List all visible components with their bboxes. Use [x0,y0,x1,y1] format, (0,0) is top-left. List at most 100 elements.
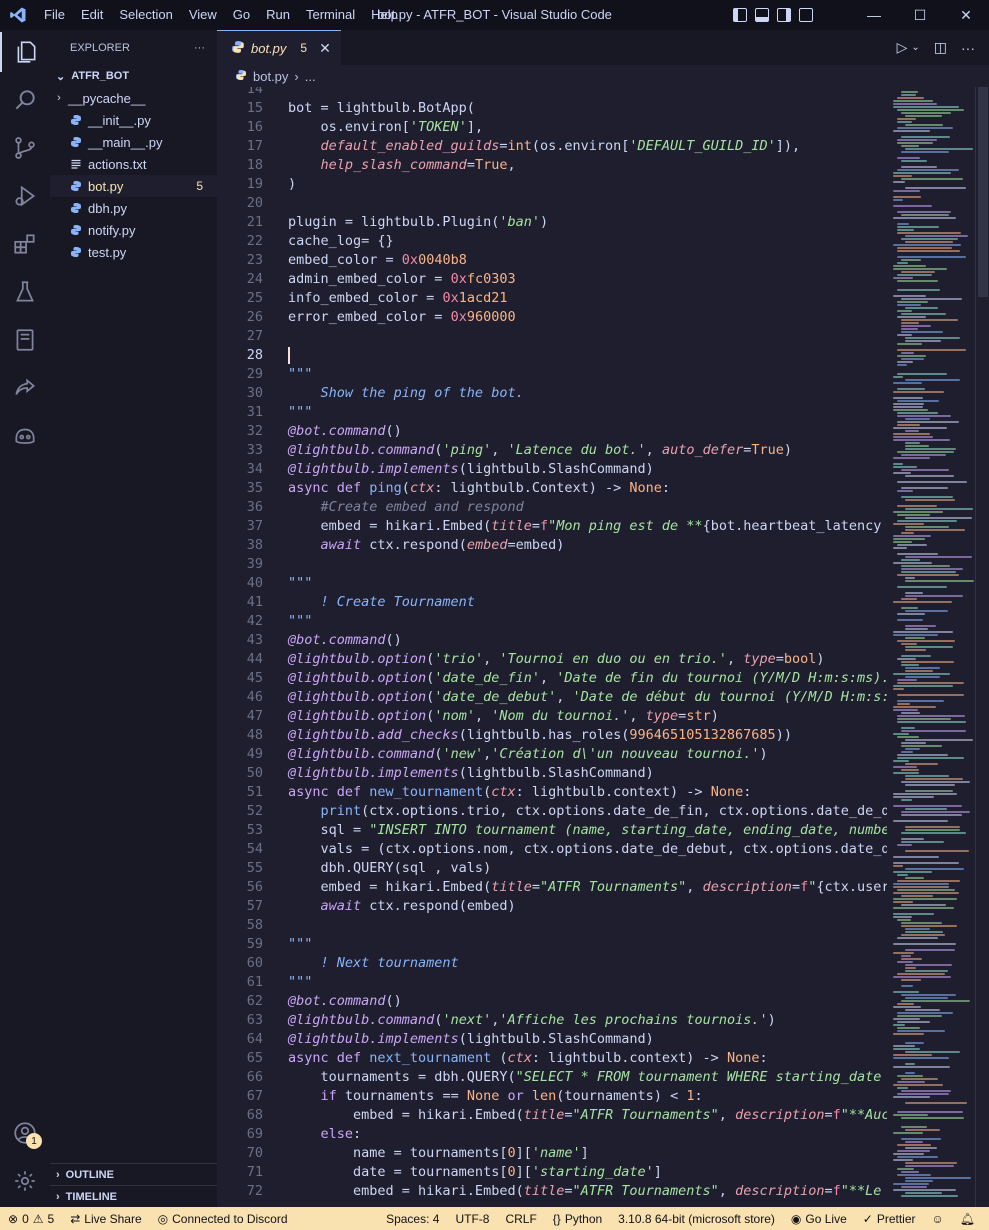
code-editor[interactable]: 14 15 bot = lightbulb.BotApp(16 os.environ… [217,87,887,1207]
live-share-status[interactable]: ⇄ Live Share [62,1212,149,1226]
settings-gear-icon[interactable] [0,1161,50,1201]
code-line[interactable]: 70 name = tournaments[0]['name'] [217,1144,887,1163]
code-line[interactable]: 50 @lightbulb.implements(lightbulb.SlashC… [217,764,887,783]
code-line[interactable]: 25 info_embed_color = 0x1acd21 [217,289,887,308]
maximize-button[interactable]: ☐ [897,0,943,30]
extensions-icon[interactable] [0,224,50,264]
run-python-file-icon[interactable]: ▷ [897,39,908,56]
code-line[interactable]: 28 [217,346,887,365]
code-line[interactable]: 35 async def ping(ctx: lightbulb.Context)… [217,479,887,498]
live-share-icon[interactable] [0,368,50,408]
code-line[interactable]: 17 default_enabled_guilds=int(os.environ… [217,137,887,156]
toggle-panel-icon[interactable] [755,8,769,22]
menu-item-edit[interactable]: Edit [73,0,111,30]
problems-status[interactable]: ⊗ 0 ⚠ 5 [0,1212,62,1226]
language-status[interactable]: {} Python [545,1212,610,1226]
code-line[interactable]: 59 """ [217,935,887,954]
code-line[interactable]: 19) [217,175,887,194]
code-line[interactable]: 39 [217,555,887,574]
tree-item[interactable]: bot.py 5 [50,175,217,197]
breadcrumb-file[interactable]: bot.py [253,69,288,84]
minimize-button[interactable]: — [851,0,897,30]
code-line[interactable]: 43 @bot.command() [217,631,887,650]
code-line[interactable]: 64 @lightbulb.implements(lightbulb.SlashC… [217,1030,887,1049]
code-line[interactable]: 62 @bot.command() [217,992,887,1011]
code-line[interactable]: 49 @lightbulb.command('new','Création d\'… [217,745,887,764]
more-editor-actions-icon[interactable]: ··· [961,40,975,56]
tab-bot-py[interactable]: bot.py 5 ✕ [217,30,341,65]
code-line[interactable]: 44 @lightbulb.option('trio', 'Tournoi en … [217,650,887,669]
tree-item[interactable]: actions.txt [50,153,217,175]
toggle-primary-sidebar-icon[interactable] [733,8,747,22]
code-line[interactable]: 38 await ctx.respond(embed=embed) [217,536,887,555]
code-line[interactable]: 18 help_slash_command=True, [217,156,887,175]
code-line[interactable]: 31 """ [217,403,887,422]
split-editor-icon[interactable]: ◫ [934,39,947,56]
outline-section[interactable]: › OUTLINE [50,1163,217,1185]
code-line[interactable]: 22 cache_log= {} [217,232,887,251]
menu-item-file[interactable]: File [36,0,73,30]
code-line[interactable]: 55 dbh.QUERY(sql , vals) [217,859,887,878]
code-line[interactable]: 37 embed = hikari.Embed(title=f"Mon ping… [217,517,887,536]
code-line[interactable]: 56 embed = hikari.Embed(title="ATFR Tour… [217,878,887,897]
explorer-icon[interactable] [0,32,50,72]
code-line[interactable]: 53 sql = "INSERT INTO tournament (name, … [217,821,887,840]
menu-item-run[interactable]: Run [258,0,298,30]
code-line[interactable]: 69 else: [217,1125,887,1144]
vertical-scrollbar[interactable] [975,87,989,1207]
code-line[interactable]: 36 #Create embed and respond [217,498,887,517]
code-line[interactable]: 71 date = tournaments[0]['starting_date'… [217,1163,887,1182]
breadcrumb-symbol[interactable]: ... [305,69,316,84]
tree-item[interactable]: › __pycache__ [50,87,217,109]
code-line[interactable]: 20 [217,194,887,213]
code-line[interactable]: 48 @lightbulb.add_checks(lightbulb.has_ro… [217,726,887,745]
code-line[interactable]: 68 embed = hikari.Embed(title = "ATFR Tour… [217,1106,887,1125]
notifications-bell-icon[interactable]: 🔔︎ [952,1212,983,1226]
code-line[interactable]: 46 @lightbulb.option('date_de_debut', 'Da… [217,688,887,707]
timeline-section[interactable]: › TIMELINE [50,1185,217,1207]
tree-item[interactable]: notify.py [50,219,217,241]
code-line[interactable]: 23 embed_color = 0x0040b8 [217,251,887,270]
indentation-status[interactable]: Spaces: 4 [378,1212,447,1226]
tree-item[interactable]: test.py [50,241,217,263]
scrollbar-thumb[interactable] [978,87,988,297]
code-line[interactable]: 65 async def next_tournament (ctx: lightb… [217,1049,887,1068]
code-line[interactable]: 72 embed = hikari.Embed(title = "ATFR Tour… [217,1182,887,1201]
workspace-folder[interactable]: ⌄ ATFR_BOT [50,65,217,87]
code-line[interactable]: 16 os.environ['TOKEN'], [217,118,887,137]
code-line[interactable]: 41 ! Create Tournament [217,593,887,612]
code-line[interactable]: 67 if tournaments == None or len(tournam… [217,1087,887,1106]
close-tab-icon[interactable]: ✕ [319,40,331,57]
remote-explorer-icon[interactable] [0,320,50,360]
code-line[interactable]: 24 admin_embed_color = 0xfc0303 [217,270,887,289]
accounts-icon[interactable]: 1 [0,1113,50,1153]
code-line[interactable]: 40 """ [217,574,887,593]
menu-item-selection[interactable]: Selection [111,0,180,30]
eol-status[interactable]: CRLF [497,1212,544,1226]
tree-item[interactable]: __init__.py [50,109,217,131]
interpreter-status[interactable]: 3.10.8 64-bit (microsoft store) [610,1212,783,1226]
code-line[interactable]: 34 @lightbulb.implements(lightbulb.SlashC… [217,460,887,479]
code-line[interactable]: 15 bot = lightbulb.BotApp( [217,99,887,118]
code-line[interactable]: 58 [217,916,887,935]
menu-item-terminal[interactable]: Terminal [298,0,363,30]
code-line[interactable]: 32 @bot.command() [217,422,887,441]
code-line[interactable]: 52 print(ctx.options.trio, ctx.options.d… [217,802,887,821]
go-live-status[interactable]: ◉ Go Live [783,1212,855,1226]
code-line[interactable]: 33 @lightbulb.command('ping', 'Latence du… [217,441,887,460]
code-line[interactable]: 54 vals = (ctx.options.nom, ctx.options.… [217,840,887,859]
toggle-secondary-sidebar-icon[interactable] [777,8,791,22]
more-actions-button[interactable]: ··· [194,42,205,54]
tree-item[interactable]: __main__.py [50,131,217,153]
code-line[interactable]: 27 [217,327,887,346]
code-line[interactable]: 51 async def new_tournament(ctx: lightbul… [217,783,887,802]
code-line[interactable]: 42 """ [217,612,887,631]
code-line[interactable]: 47 @lightbulb.option('nom', 'Nom du tourn… [217,707,887,726]
code-line[interactable]: 60 ! Next tournament [217,954,887,973]
search-icon[interactable] [0,80,50,120]
menu-item-go[interactable]: Go [225,0,258,30]
code-line[interactable]: 30 Show the ping of the bot. [217,384,887,403]
minimap[interactable] [887,87,975,1207]
run-debug-icon[interactable] [0,176,50,216]
testing-icon[interactable] [0,272,50,312]
